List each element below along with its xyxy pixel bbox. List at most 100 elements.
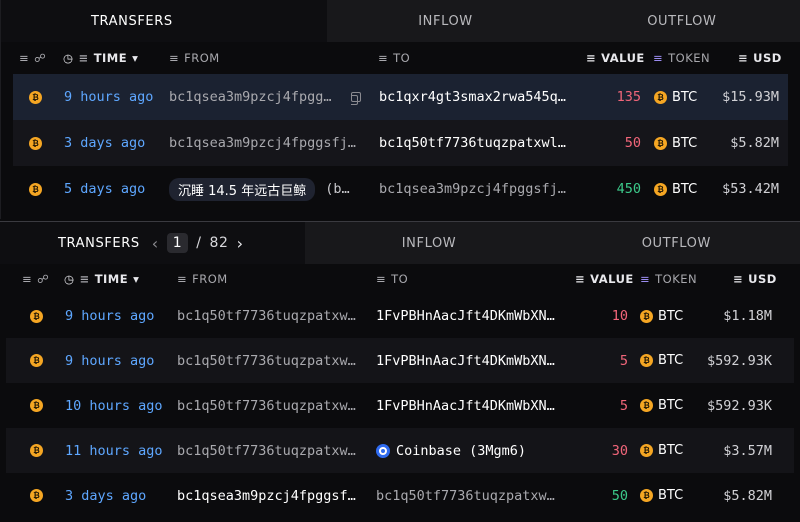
link-icon[interactable]: ☍ — [37, 272, 49, 286]
row-from[interactable]: bc1q50tf7736tuqzpatxw… — [177, 338, 363, 383]
chevron-left-icon[interactable]: ‹ — [152, 234, 159, 253]
row-time[interactable]: 3 days ago — [64, 120, 145, 166]
table-row[interactable]: ₿ 11 hours ago bc1q50tf7736tuqzpatxw… Co… — [6, 428, 794, 473]
filter-icon[interactable]: ≡ — [80, 272, 90, 286]
header-to-label: TO — [393, 51, 411, 65]
row-token[interactable]: ₿ BTC — [640, 294, 683, 338]
header-to[interactable]: ≡ TO — [378, 42, 410, 74]
filter-icon[interactable]: ≡ — [19, 51, 29, 65]
row-to[interactable]: Coinbase (3Mgm6) — [376, 428, 526, 473]
table-row[interactable]: ₿ 10 hours ago bc1q50tf7736tuqzpatxw… 1F… — [0, 383, 800, 428]
row-from[interactable]: 沉睡 14.5 年远古巨鲸 (b… — [169, 166, 350, 212]
filter-icon[interactable]: ≡ — [733, 272, 743, 286]
header-token[interactable]: ≡ TOKEN — [640, 264, 697, 294]
header-token-label: TOKEN — [668, 51, 711, 65]
filter-icon[interactable]: ≡ — [177, 272, 187, 286]
row-from[interactable]: bc1q50tf7736tuqzpatxw… — [177, 294, 363, 338]
row-usd: $5.82M — [723, 487, 772, 504]
row-from[interactable]: bc1qsea3m9pzcj4fpggsf… — [177, 473, 363, 518]
link-icon[interactable]: ☍ — [34, 51, 46, 65]
header-from[interactable]: ≡ FROM — [177, 264, 228, 294]
filter-icon[interactable]: ≡ — [575, 272, 585, 286]
table-header: ≡ ☍ ◷ ≡ TIME ▾ ≡ FROM ≡ TO ≡ VALUE ≡ TOK… — [1, 42, 800, 74]
filter-icon[interactable]: ≡ — [653, 51, 663, 65]
bitcoin-icon: ₿ — [30, 473, 43, 518]
row-time[interactable]: 11 hours ago — [65, 428, 163, 473]
filter-icon[interactable]: ≡ — [376, 272, 386, 286]
row-to[interactable]: bc1q50tf7736tuqzpatxw… — [376, 473, 562, 518]
table-row[interactable]: ₿ 9 hours ago bc1q50tf7736tuqzpatxw… 1Fv… — [6, 338, 794, 383]
clock-icon: ◷ — [64, 272, 75, 286]
row-token[interactable]: ₿ BTC — [654, 120, 697, 166]
row-token[interactable]: ₿ BTC — [640, 473, 683, 518]
row-to[interactable]: bc1q50tf7736tuqzpatxwl… — [379, 120, 579, 166]
row-token-label: BTC — [672, 135, 698, 151]
row-token[interactable]: ₿ BTC — [654, 74, 697, 120]
header-value[interactable]: ≡ VALUE — [575, 264, 634, 294]
header-usd[interactable]: ≡ USD — [733, 264, 777, 294]
row-time[interactable]: 9 hours ago — [64, 74, 153, 120]
row-to[interactable]: 1FvPBHnAacJft4DKmWbXN… — [376, 338, 562, 383]
row-from[interactable]: bc1q50tf7736tuqzpatxw… — [177, 383, 363, 428]
row-from[interactable]: bc1qsea3m9pzcj4fpgg… — [169, 74, 345, 120]
row-time[interactable]: 5 days ago — [64, 166, 145, 212]
filter-icon[interactable]: ≡ — [640, 272, 650, 286]
row-token[interactable]: ₿ BTC — [654, 166, 697, 212]
entity-badge[interactable]: 沉睡 14.5 年远古巨鲸 — [169, 177, 316, 201]
tab-inflow[interactable]: INFLOW — [305, 222, 553, 264]
bitcoin-icon: ₿ — [654, 90, 667, 104]
tab-outflow[interactable]: OUTFLOW — [563, 0, 800, 42]
header-to[interactable]: ≡ TO — [376, 264, 408, 294]
page-current[interactable]: 1 — [166, 233, 189, 253]
header-time-label: TIME — [93, 51, 128, 65]
row-token[interactable]: ₿ BTC — [640, 428, 683, 473]
header-token[interactable]: ≡ TOKEN — [653, 42, 710, 74]
tab-inflow[interactable]: INFLOW — [327, 0, 564, 42]
row-token[interactable]: ₿ BTC — [640, 383, 683, 428]
filter-icon[interactable]: ≡ — [738, 51, 748, 65]
row-to[interactable]: 1FvPBHnAacJft4DKmWbXN… — [376, 383, 562, 428]
row-to[interactable]: bc1qxr4gt3smax2rwa545q… — [379, 74, 579, 120]
transfers-panel-bottom: TRANSFERS ‹ 1 / 82 › INFLOW OUTFLOW ≡ ☍ … — [0, 221, 800, 522]
filter-icon[interactable]: ≡ — [169, 51, 179, 65]
header-value[interactable]: ≡ VALUE — [586, 42, 645, 74]
row-usd: $3.57M — [723, 442, 772, 459]
entity-tail: (b… — [325, 181, 350, 197]
bitcoin-icon: ₿ — [640, 354, 653, 367]
tab-outflow[interactable]: OUTFLOW — [552, 222, 800, 264]
sort-desc-icon[interactable]: ▾ — [133, 272, 139, 286]
bitcoin-icon: ₿ — [30, 294, 43, 338]
table-row[interactable]: ₿ 3 days ago bc1qsea3m9pzcj4fpggsf… bc1q… — [0, 473, 800, 518]
filter-icon[interactable]: ≡ — [378, 51, 388, 65]
row-token[interactable]: ₿ BTC — [640, 338, 683, 383]
tab-transfers[interactable]: TRANSFERS — [1, 0, 328, 42]
coinbase-icon — [376, 443, 390, 458]
header-time[interactable]: ◷ ≡ TIME ▾ — [64, 264, 139, 294]
row-token-label: BTC — [658, 488, 684, 503]
filter-icon[interactable]: ≡ — [586, 51, 596, 65]
chevron-right-icon[interactable]: › — [237, 234, 244, 253]
header-usd[interactable]: ≡ USD — [738, 42, 782, 74]
row-time[interactable]: 10 hours ago — [65, 383, 163, 428]
tab-transfers[interactable]: TRANSFERS ‹ 1 / 82 › — [0, 222, 306, 264]
sort-desc-icon[interactable]: ▾ — [132, 51, 138, 65]
row-value: 5 — [619, 352, 628, 369]
table-row[interactable]: ₿ 5 days ago 沉睡 14.5 年远古巨鲸 (b… bc1qsea3m… — [13, 166, 788, 212]
row-token-label: BTC — [658, 443, 684, 458]
table-row[interactable]: ₿ 3 days ago bc1qsea3m9pzcj4fpggsfj… bc1… — [13, 120, 788, 166]
table-row[interactable]: ₿ 9 hours ago bc1qsea3m9pzcj4fpgg… bc1qx… — [13, 74, 788, 120]
table-row[interactable]: ₿ 9 hours ago bc1q50tf7736tuqzpatxw… 1Fv… — [0, 294, 800, 338]
header-from[interactable]: ≡ FROM — [169, 42, 220, 74]
row-time[interactable]: 9 hours ago — [65, 294, 154, 338]
row-time[interactable]: 9 hours ago — [65, 338, 154, 383]
row-to[interactable]: bc1qsea3m9pzcj4fpggsfj… — [379, 166, 579, 212]
filter-icon[interactable]: ≡ — [22, 272, 32, 286]
row-from[interactable]: bc1q50tf7736tuqzpatxw… — [177, 428, 363, 473]
row-to[interactable]: 1FvPBHnAacJft4DKmWbXN… — [376, 294, 562, 338]
filter-icon[interactable]: ≡ — [79, 51, 89, 65]
copy-icon[interactable] — [351, 74, 361, 120]
page-total: 82 — [209, 235, 229, 251]
row-from[interactable]: bc1qsea3m9pzcj4fpggsfj… — [169, 120, 367, 166]
row-time[interactable]: 3 days ago — [65, 473, 146, 518]
header-time[interactable]: ◷ ≡ TIME ▾ — [63, 42, 138, 74]
